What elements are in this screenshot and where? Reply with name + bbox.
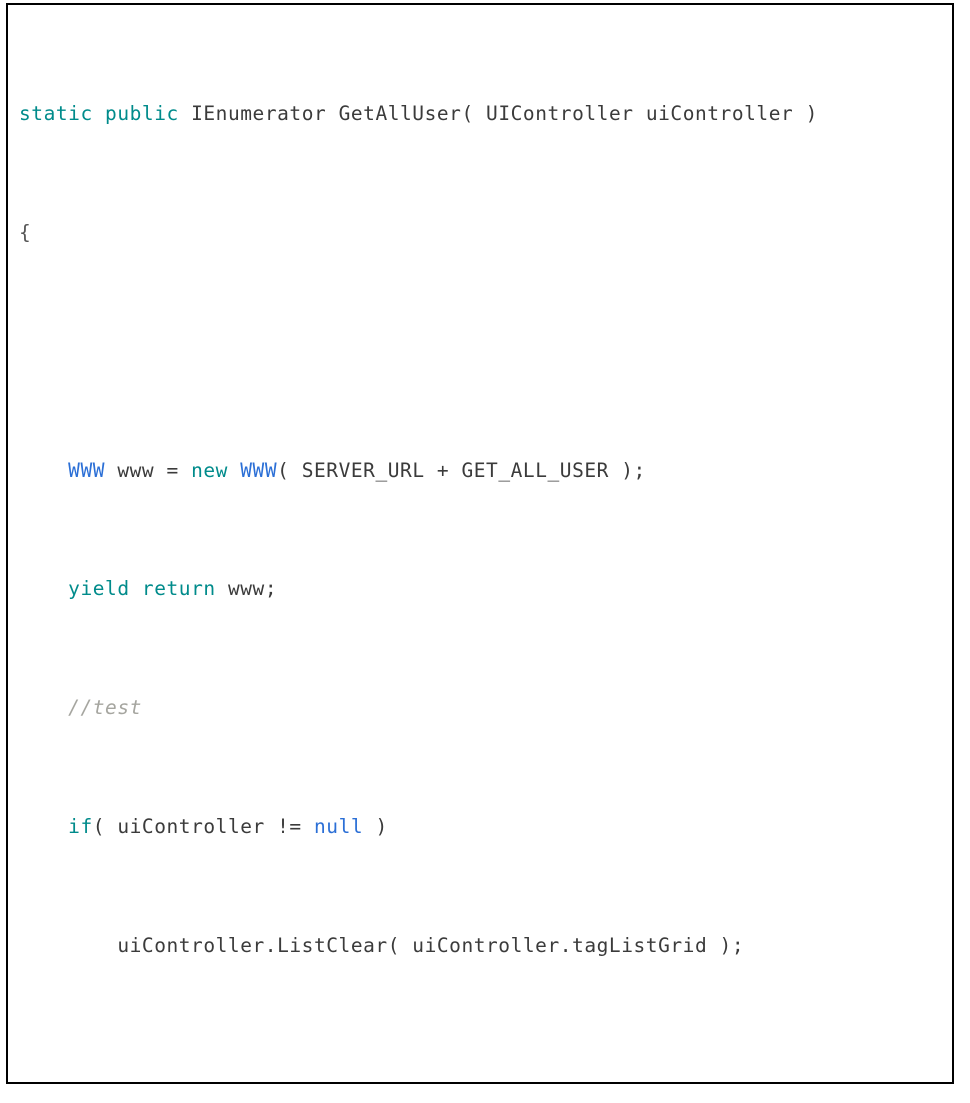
code-line-4: WWW www = new WWW( SERVER_URL + GET_ALL_… [19, 456, 952, 486]
code-line-2: { [19, 218, 952, 248]
code-line-3-blank [19, 337, 952, 367]
code-line-6: //test [19, 693, 952, 723]
var-www: www = [105, 458, 192, 482]
code-frame: static public IEnumerator GetAllUser( UI… [6, 3, 954, 1084]
type-ienumerator: IEnumerator [191, 102, 327, 126]
code-line-7: if( uiController != null ) [19, 812, 952, 842]
type-www-2: WWW [227, 458, 278, 482]
code-line-8: uiController.ListClear( uiController.tag… [19, 931, 952, 961]
code-line-9-blank [19, 1049, 952, 1079]
if-condition: ( uiController != [92, 814, 314, 838]
statement-listclear: uiController.ListClear( uiController.tag… [19, 933, 745, 957]
brace-open-method: { [19, 220, 32, 244]
keyword-if: if [68, 814, 93, 838]
if-close: ) [363, 814, 388, 838]
type-ienumerator-wrap [179, 102, 191, 125]
code-screenshot: static public IEnumerator GetAllUser( UI… [0, 0, 970, 1103]
www-args: ( SERVER_URL + GET_ALL_USER ); [277, 458, 646, 482]
keyword-new: new [191, 458, 228, 482]
code-line-5: yield return www; [19, 574, 952, 604]
type-www: WWW [68, 458, 106, 482]
code-listing[interactable]: static public IEnumerator GetAllUser( UI… [19, 10, 952, 1082]
literal-null: null [314, 814, 364, 838]
keyword-yield-return: yield return [68, 577, 216, 601]
method-signature: GetAllUser( UIController uiController ) [326, 102, 818, 126]
keyword-static-public: static public [19, 102, 179, 126]
yield-operand: www; [215, 577, 278, 601]
comment-test: //test [68, 696, 142, 720]
code-line-1: static public IEnumerator GetAllUser( UI… [19, 99, 952, 129]
